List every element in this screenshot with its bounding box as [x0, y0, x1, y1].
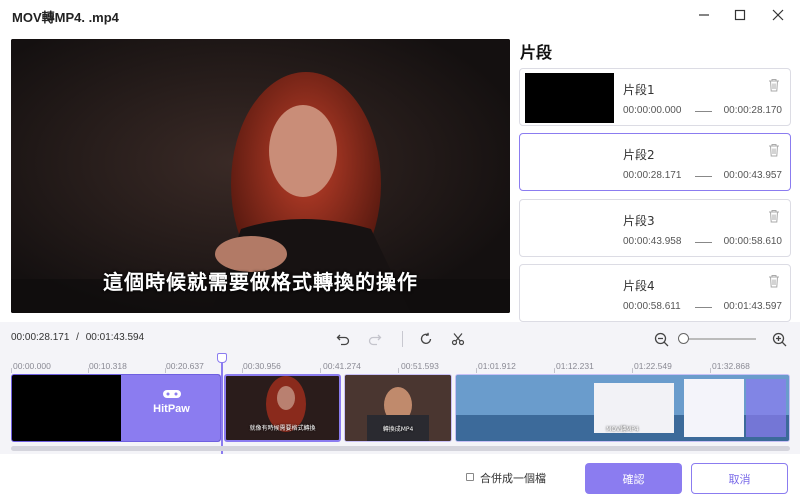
time-range-dash	[695, 111, 712, 112]
dialog-footer: 合併成一個檔 確認 取消	[0, 454, 800, 503]
clip-start-time: 00:00:58.611	[623, 301, 681, 312]
minimize-icon	[699, 14, 709, 16]
clip-start-time: 00:00:00.000	[623, 105, 682, 116]
ruler-label: 00:51.593	[401, 361, 439, 371]
ruler-label: 00:30.956	[243, 361, 281, 371]
clips-list: 片段1 00:00:00.000 00:00:28.170 片段2 00:00:…	[519, 68, 791, 322]
undo-icon	[336, 334, 350, 346]
timeline-area: 00:00:28.171 / 00:01:43.594 00:00.000 00…	[0, 322, 800, 477]
ruler-tick	[11, 368, 12, 373]
zoom-out-button[interactable]	[652, 330, 670, 348]
clip-card[interactable]: 片段3 00:00:43.958 00:00:58.610	[519, 199, 791, 257]
ruler-tick	[88, 368, 89, 373]
confirm-button[interactable]: 確認	[585, 463, 682, 494]
current-time: 00:00:28.171	[11, 332, 70, 343]
clip-card[interactable]: 片段4 00:00:58.611 00:01:43.597	[519, 264, 791, 322]
split-button[interactable]	[449, 330, 467, 348]
clip-name: 片段2	[623, 148, 655, 162]
minimize-button[interactable]	[686, 0, 722, 30]
timeline-segment[interactable]: 就像有時候需要格式轉換	[224, 374, 341, 442]
maximize-icon	[734, 9, 746, 21]
video-preview[interactable]: 這個時候就需要做格式轉換的操作	[11, 39, 510, 313]
clip-start-time: 00:00:43.958	[623, 236, 682, 247]
time-range-dash	[695, 176, 712, 177]
ruler-label: 01:32.868	[712, 361, 750, 371]
timeline-ruler[interactable]: 00:00.000 00:10.318 00:20.637 00:30.956 …	[0, 354, 800, 374]
ruler-label: 00:41.274	[323, 361, 361, 371]
clip-name: 片段1	[623, 83, 655, 97]
hitpaw-logo-icon	[163, 390, 181, 398]
reset-icon	[420, 332, 432, 344]
ruler-label: 01:12.231	[556, 361, 594, 371]
zoom-out-icon	[654, 332, 668, 346]
ruler-tick	[242, 368, 243, 373]
clip-end-time: 00:00:43.957	[723, 170, 782, 181]
timecode-display: 00:00:28.171 / 00:01:43.594	[11, 332, 144, 343]
reset-button[interactable]	[417, 330, 435, 348]
zoom-in-icon	[772, 332, 786, 346]
ruler-tick	[320, 368, 321, 373]
close-button[interactable]	[760, 0, 796, 30]
zoom-in-button[interactable]	[770, 330, 788, 348]
redo-icon	[368, 334, 382, 346]
video-subtitle: 這個時候就需要做格式轉換的操作	[103, 270, 418, 294]
delete-clip-icon[interactable]	[768, 143, 780, 157]
clip-card[interactable]: 片段1 00:00:00.000 00:00:28.170	[519, 68, 791, 126]
timeline-segment[interactable]: HitPaw	[11, 374, 221, 442]
clip-card[interactable]: 片段2 00:00:28.171 00:00:43.957	[519, 133, 791, 191]
zoom-slider-track[interactable]	[683, 338, 756, 340]
ruler-tick	[165, 368, 166, 373]
ruler-label: 00:10.318	[89, 361, 127, 371]
redo-button[interactable]	[366, 330, 384, 348]
timeline-segment[interactable]: MOV轉MP4	[455, 374, 790, 442]
time-range-dash	[695, 307, 712, 308]
maximize-button[interactable]	[722, 0, 758, 30]
zoom-slider-handle[interactable]	[678, 333, 689, 344]
ruler-label: 01:01.912	[478, 361, 516, 371]
ruler-tick	[710, 368, 711, 373]
merge-checkbox-label[interactable]: 合併成一個檔	[480, 470, 546, 486]
close-icon	[772, 9, 784, 21]
window-title: MOV轉MP4. .mp4	[12, 10, 119, 25]
hitpaw-logo-text: HitPaw	[153, 403, 190, 415]
ruler-tick	[398, 368, 399, 373]
merge-checkbox[interactable]	[466, 473, 474, 481]
total-time: 00:01:43.594	[85, 332, 145, 343]
segment-caption: 轉換成MP4	[382, 426, 414, 433]
time-range-dash	[695, 242, 712, 243]
clip-end-time: 00:00:58.610	[723, 236, 782, 247]
clip-end-time: 00:00:28.170	[723, 105, 782, 116]
timeline-segment[interactable]: 轉換成MP4	[344, 374, 452, 442]
ruler-tick	[554, 368, 555, 373]
segment-caption: 就像有時候需要格式轉換	[249, 425, 316, 432]
title-bar: MOV轉MP4. .mp4	[0, 0, 800, 30]
clip-name: 片段4	[623, 279, 655, 293]
delete-clip-icon[interactable]	[768, 78, 780, 92]
clip-name: 片段3	[623, 214, 655, 228]
playhead-handle[interactable]	[217, 353, 227, 363]
toolbar-divider	[402, 331, 403, 347]
ruler-label: 00:20.637	[166, 361, 204, 371]
clip-end-time: 00:01:43.597	[723, 301, 782, 312]
scissors-icon	[451, 333, 465, 346]
ruler-label: 01:22.549	[634, 361, 672, 371]
ruler-tick	[476, 368, 477, 373]
clip-thumbnail	[525, 73, 614, 123]
clip-start-time: 00:00:28.171	[623, 170, 682, 181]
delete-clip-icon[interactable]	[768, 209, 780, 223]
time-separator: /	[76, 332, 79, 343]
delete-clip-icon[interactable]	[768, 274, 780, 288]
segment-caption: MOV轉MP4	[606, 426, 639, 433]
hitpaw-intro-frame: HitPaw	[121, 375, 220, 441]
clips-panel-title: 片段	[520, 43, 553, 62]
ruler-tick	[632, 368, 633, 373]
cancel-button[interactable]: 取消	[691, 463, 788, 494]
undo-button[interactable]	[334, 330, 352, 348]
ruler-label: 00:00.000	[13, 361, 51, 371]
timeline-scrollbar[interactable]	[11, 446, 790, 451]
